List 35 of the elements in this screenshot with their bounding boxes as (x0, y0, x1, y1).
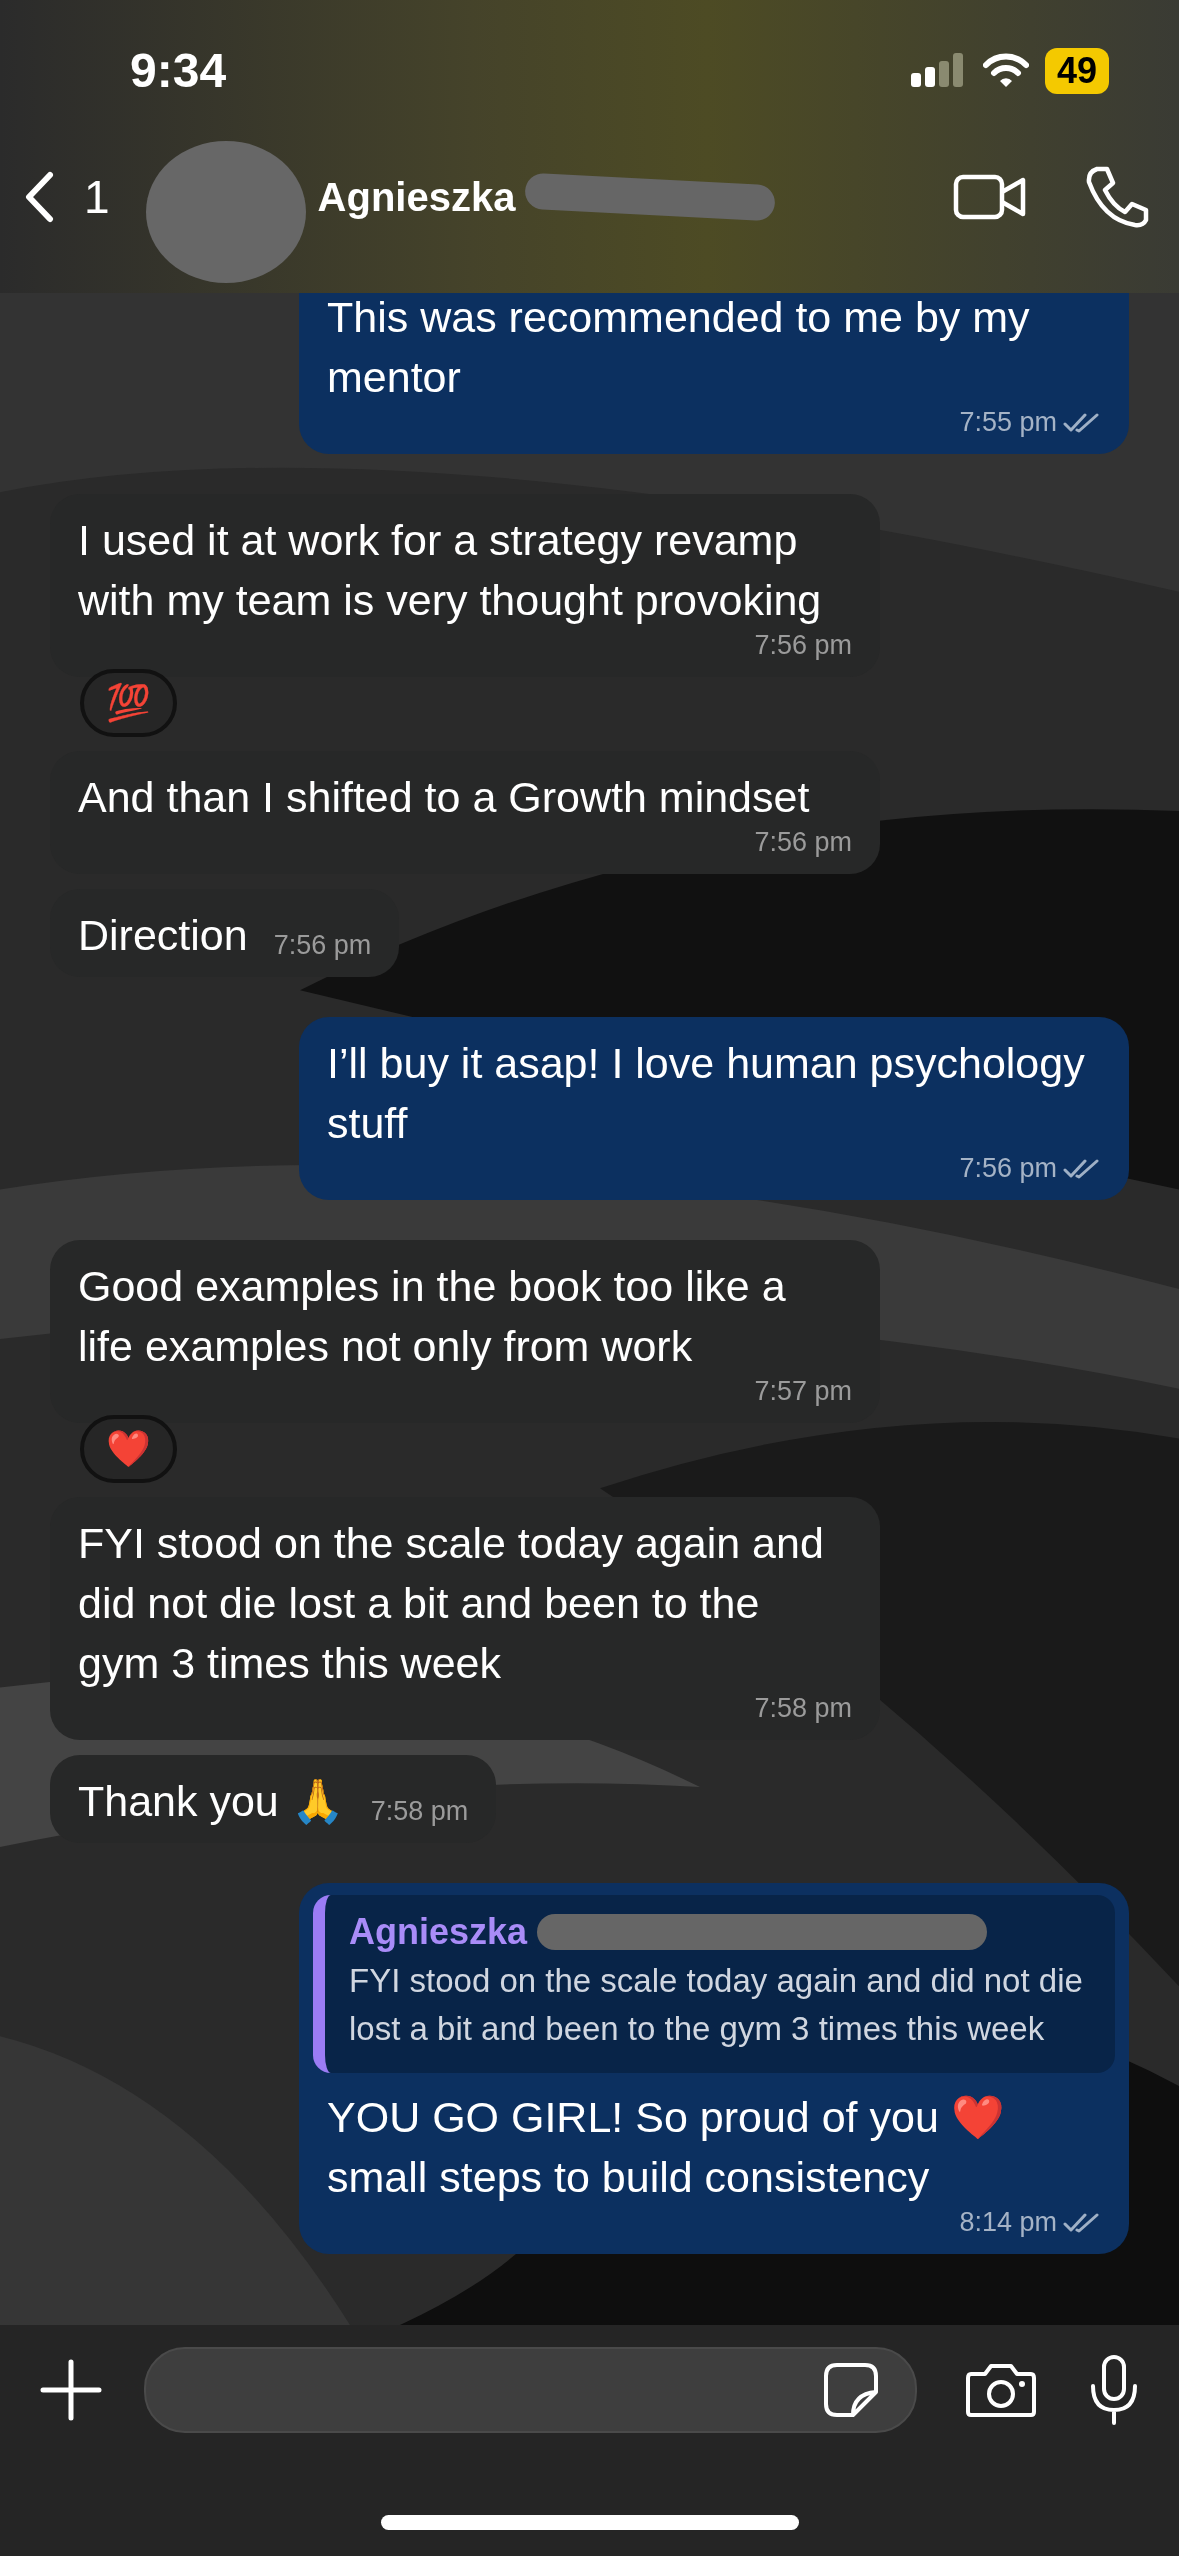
contact-name[interactable]: Agnieszka (317, 174, 516, 220)
back-button[interactable]: 1 (24, 170, 110, 224)
plus-icon[interactable] (40, 2359, 102, 2421)
message-time: 7:56 pm (959, 1153, 1057, 1184)
quoted-message[interactable]: Agnieszka FYI stood on the scale today again and did not die lost a bit and been to the gym 3 times this week (313, 1895, 1115, 2073)
video-call-icon[interactable] (953, 172, 1027, 222)
status-time: 9:34 (130, 43, 227, 98)
wifi-icon (982, 52, 1029, 89)
message-time: 7:55 pm (959, 407, 1057, 438)
quoted-sender-name: Agnieszka (349, 1911, 528, 1953)
message-time: 7:56 pm (273, 930, 372, 961)
quoted-text: FYI stood on the scale today again and did not die lost a bit and been to the gym 3 times this week (349, 1961, 1084, 2049)
message-time: 7:56 pm (754, 827, 852, 858)
message-time: 8:14 pm (959, 2207, 1057, 2238)
sticker-icon[interactable] (823, 2362, 879, 2418)
message-text: Thank you 🙏 (78, 1776, 345, 1827)
message-text: FYI stood on the scale today again and did not die lost a bit and been to the gym 3 times this week (78, 1518, 825, 1689)
message-text: YOU GO GIRL! So proud of you ❤ small steps to build consistency (327, 2092, 1006, 2203)
message-text: Good examples in the book too like a life examples not only from work (78, 1261, 787, 1372)
message-text: I used it at work for a strategy revamp with my team is very thought provoking (78, 515, 823, 626)
message-text: I’ll buy it asap! I love human psychology stuff (327, 1038, 1086, 1149)
read-receipt-icon (1063, 1157, 1101, 1180)
message-time: 7:58 pm (370, 1796, 469, 1827)
message-text: This was recommended to me by my mentor (327, 293, 1031, 403)
battery-icon: 49 (1044, 47, 1109, 94)
message-text: And than I shifted to a Growth mindset (78, 772, 810, 823)
message-text: Direction (78, 910, 248, 961)
microphone-icon[interactable] (1089, 2354, 1139, 2426)
message-time: 7:56 pm (754, 630, 852, 661)
message-time: 7:58 pm (754, 1693, 852, 1724)
camera-icon[interactable] (965, 2362, 1037, 2418)
read-receipt-icon (1063, 2211, 1101, 2234)
read-receipt-icon (1063, 411, 1101, 434)
back-chevron-icon[interactable] (24, 171, 54, 223)
message-time: 7:57 pm (754, 1376, 852, 1407)
